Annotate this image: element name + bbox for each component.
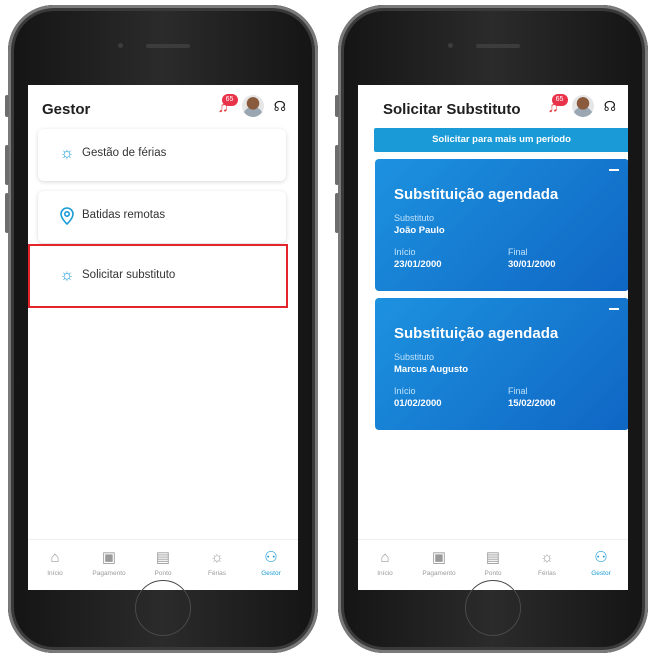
sun-icon: ☼: [59, 145, 75, 162]
camera-dot: [118, 43, 123, 48]
menu-item-label: Batidas remotas: [82, 209, 166, 221]
substitution-card: Substituição agendada Substituto Marcus …: [375, 298, 628, 430]
notification-badge: 65: [221, 94, 238, 106]
start-label: Início: [394, 247, 416, 257]
volume-down-button: [335, 193, 339, 233]
substitute-label: Substituto: [394, 213, 435, 223]
substitute-label: Substituto: [394, 352, 435, 362]
nav-item-ferias[interactable]: ☼ Férias: [190, 540, 244, 590]
nav-label: Início: [377, 570, 393, 577]
screen-gestor: Gestor ♫ 65 ☊ ☼ Gestão de férias Batidas…: [28, 85, 298, 590]
headset-icon[interactable]: ☊: [604, 99, 616, 113]
notifications-button[interactable]: ♫ 65: [546, 94, 568, 118]
nav-label: Férias: [537, 570, 557, 577]
nav-item-gestor[interactable]: ⚇ Gestor: [574, 540, 628, 590]
people-icon: ⚇: [594, 549, 608, 566]
header-actions: ♫ 65 ☊: [216, 93, 286, 119]
start-label: Início: [394, 386, 416, 396]
people-icon: ⚇: [264, 549, 278, 566]
app-header: Solicitar Substituto ♫ 65 ☊: [358, 85, 628, 123]
nav-label: Pagamento: [92, 570, 126, 577]
app-header: Gestor ♫ 65 ☊: [28, 85, 298, 123]
end-label: Final: [508, 386, 528, 396]
end-label: Final: [508, 247, 528, 257]
nav-item-inicio[interactable]: ⌂ Início: [358, 540, 412, 590]
screen-solicitar-substituto: Solicitar Substituto ♫ 65 ☊ Solicitar pa…: [358, 85, 628, 590]
collapse-icon[interactable]: [609, 308, 619, 310]
wallet-icon: ▣: [101, 549, 117, 566]
end-date: 15/02/2000: [508, 398, 556, 409]
card-title: Substituição agendada: [394, 186, 559, 203]
page-title: Solicitar Substituto: [383, 101, 521, 118]
nav-label: Férias: [207, 570, 227, 577]
menu-item-label: Gestão de férias: [82, 147, 167, 159]
avatar[interactable]: [571, 95, 594, 117]
volume-up-button: [335, 145, 339, 185]
menu-item-gestao-ferias[interactable]: ☼ Gestão de férias: [38, 129, 286, 181]
volume-down-button: [5, 193, 9, 233]
sun-icon: ☼: [540, 549, 554, 566]
volume-up-button: [5, 145, 9, 185]
document-icon: ▤: [155, 549, 171, 566]
notification-badge: 65: [551, 94, 568, 106]
substitution-card: Substituição agendada Substituto João Pa…: [375, 159, 628, 291]
home-icon: ⌂: [380, 549, 390, 566]
nav-label: Gestor: [261, 570, 281, 577]
header-actions: ♫ 65 ☊: [546, 93, 616, 119]
substitute-name: Marcus Augusto: [394, 364, 469, 375]
card-title: Substituição agendada: [394, 325, 559, 342]
nav-label: Ponto: [484, 570, 502, 577]
add-period-button[interactable]: Solicitar para mais um período: [374, 128, 628, 152]
nav-item-inicio[interactable]: ⌂ Início: [28, 540, 82, 590]
notifications-button[interactable]: ♫ 65: [216, 94, 238, 118]
start-date: 23/01/2000: [394, 259, 442, 270]
sun-icon: ☼: [210, 549, 224, 566]
location-pin-icon: [58, 207, 76, 226]
page-title: Gestor: [42, 101, 91, 118]
camera-dot: [448, 43, 453, 48]
nav-item-gestor[interactable]: ⚇ Gestor: [244, 540, 298, 590]
nav-item-pagamento[interactable]: ▣ Pagamento: [412, 540, 466, 590]
phone-frame-right: Solicitar Substituto ♫ 65 ☊ Solicitar pa…: [335, 5, 648, 653]
nav-label: Início: [47, 570, 63, 577]
nav-label: Pagamento: [422, 570, 456, 577]
phone-frame-left: Gestor ♫ 65 ☊ ☼ Gestão de férias Batidas…: [5, 5, 318, 653]
start-date: 01/02/2000: [394, 398, 442, 409]
nav-item-ferias[interactable]: ☼ Férias: [520, 540, 574, 590]
nav-label: Ponto: [154, 570, 172, 577]
menu-item-batidas-remotas[interactable]: Batidas remotas: [38, 191, 286, 243]
substitute-name: João Paulo: [394, 225, 445, 236]
avatar[interactable]: [241, 95, 264, 117]
highlight-box: [28, 244, 288, 308]
wallet-icon: ▣: [431, 549, 447, 566]
document-icon: ▤: [485, 549, 501, 566]
end-date: 30/01/2000: [508, 259, 556, 270]
nav-label: Gestor: [591, 570, 611, 577]
mute-switch: [335, 95, 339, 117]
home-button[interactable]: [135, 580, 191, 636]
headset-icon[interactable]: ☊: [274, 99, 286, 113]
mute-switch: [5, 95, 9, 117]
nav-item-pagamento[interactable]: ▣ Pagamento: [82, 540, 136, 590]
home-button[interactable]: [465, 580, 521, 636]
speaker-grille: [476, 44, 520, 48]
collapse-icon[interactable]: [609, 169, 619, 171]
speaker-grille: [146, 44, 190, 48]
home-icon: ⌂: [50, 549, 60, 566]
